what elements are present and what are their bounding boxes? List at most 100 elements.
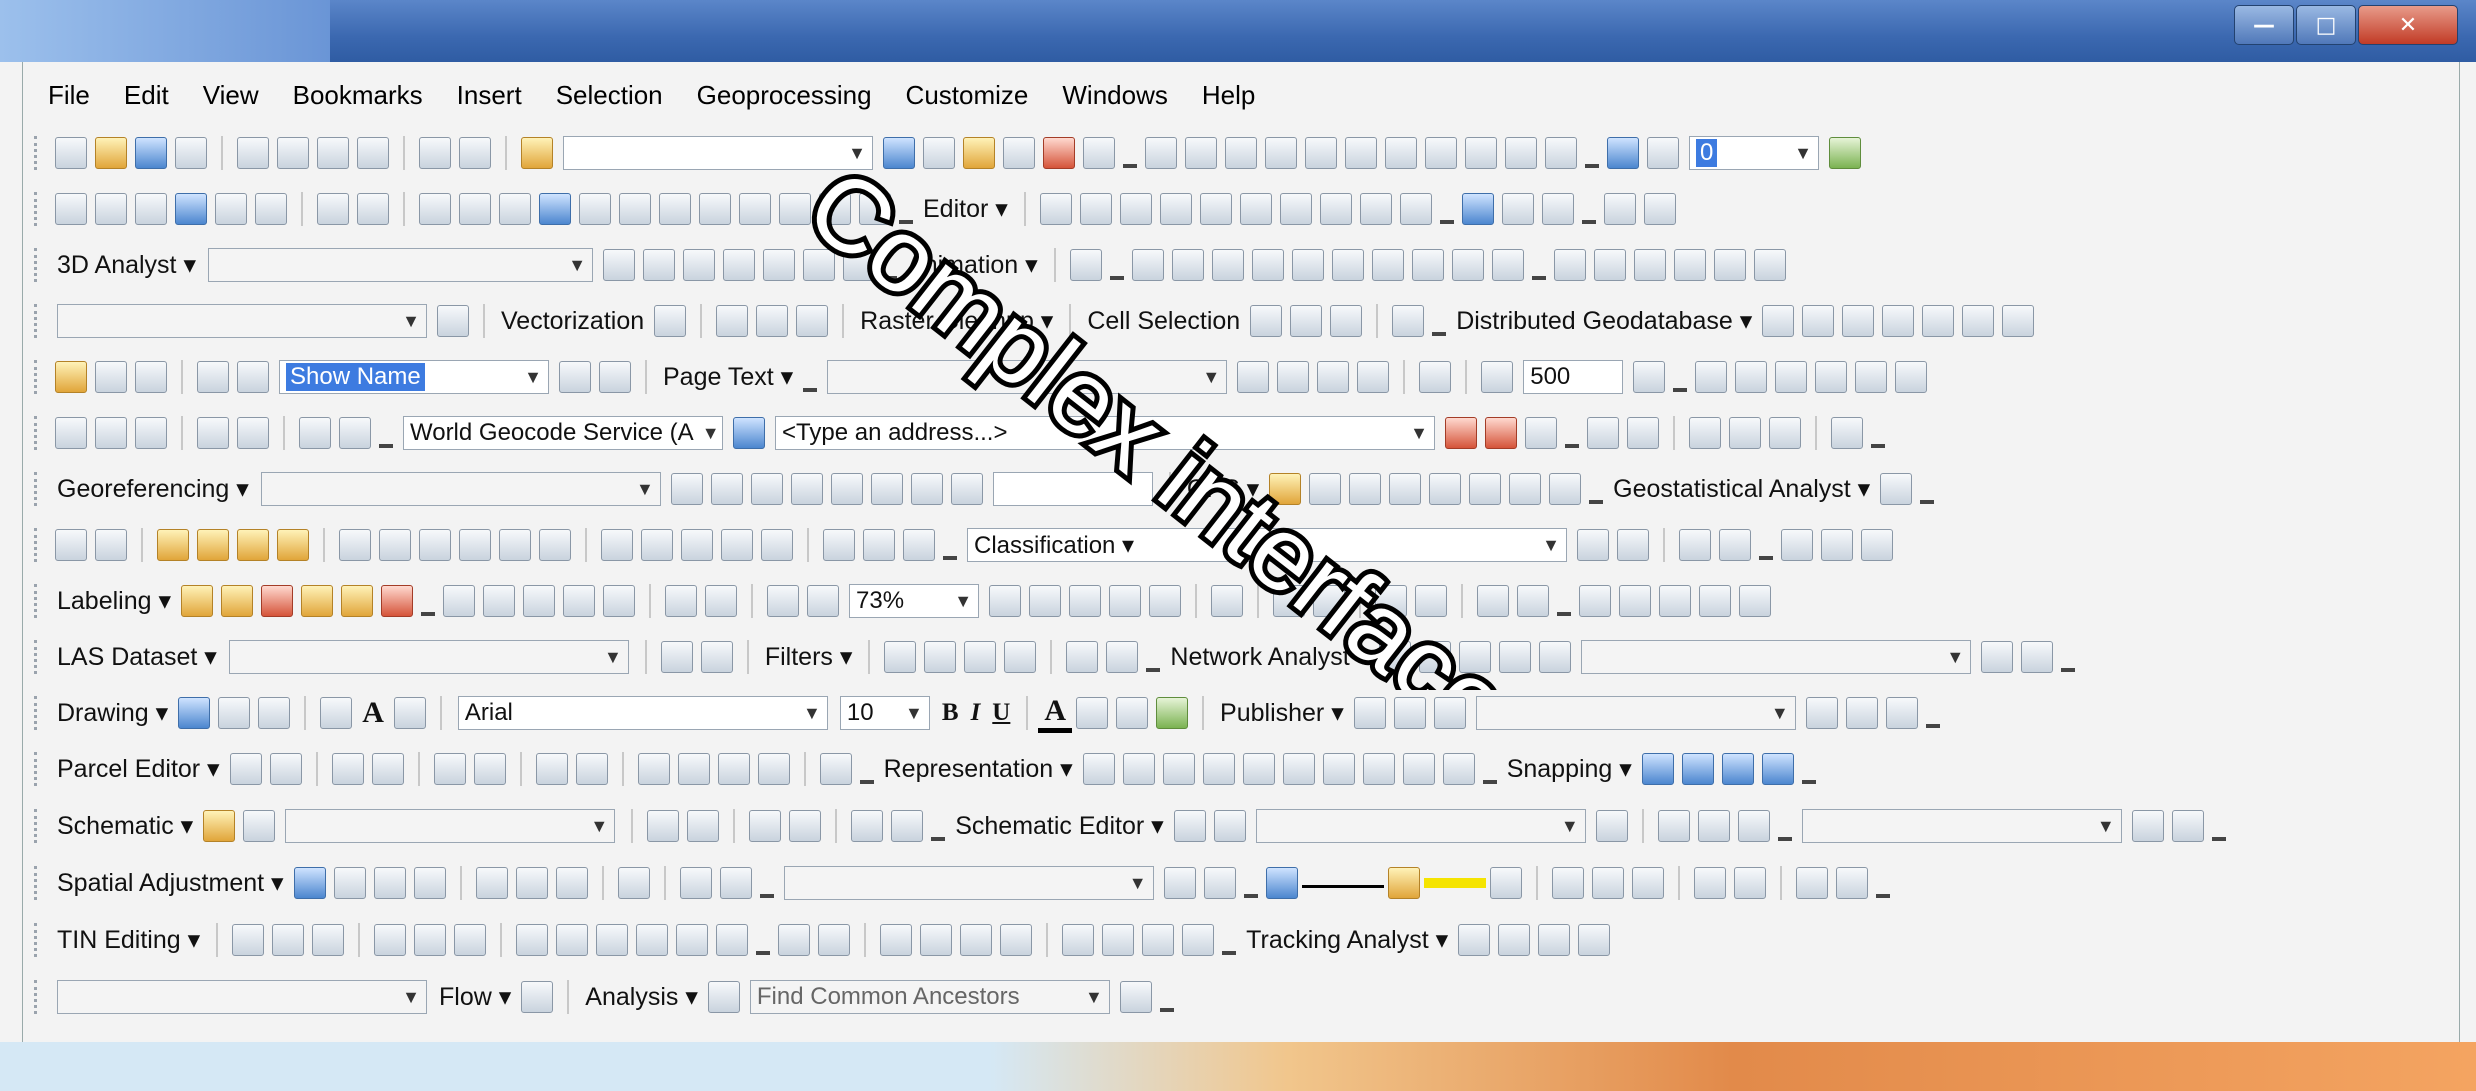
angle-tool-icon[interactable] (237, 417, 269, 449)
topology-icon[interactable] (1163, 867, 1196, 899)
classification-dropdown[interactable]: Classification ▾ ▼ (967, 528, 1567, 562)
schematic-dataset-dropdown[interactable]: ▼ (1801, 809, 2122, 843)
layer-icon[interactable] (1545, 137, 1577, 169)
attribute-table-icon[interactable] (1835, 867, 1868, 899)
filters-menu[interactable]: Filters ▾ (759, 642, 859, 672)
tracking-analyst-menu[interactable]: Tracking Analyst ▾ (1240, 925, 1454, 955)
network-dataset-dropdown[interactable]: ▼ (1581, 640, 1972, 674)
vertex-tool-icon[interactable] (1185, 137, 1217, 169)
parcel-export-icon[interactable] (757, 753, 790, 785)
toolbar-grip[interactable] (34, 640, 43, 674)
close-button[interactable]: ✕ (2358, 5, 2458, 45)
parcel-editor-menu[interactable]: Parcel Editor ▾ (51, 754, 226, 784)
layout-zoom-in-icon[interactable] (443, 585, 476, 617)
grid-lines-icon[interactable] (1643, 193, 1676, 225)
data-frame-icon[interactable] (1131, 249, 1164, 281)
open-folder-icon[interactable] (95, 137, 127, 169)
arctoolbox-icon[interactable] (1043, 137, 1075, 169)
review-rematch-icon[interactable] (1485, 417, 1517, 449)
raster-layer-dropdown[interactable]: ▼ (57, 304, 427, 338)
open-schematic-icon[interactable] (203, 810, 236, 842)
publisher-settings-icon[interactable] (1433, 697, 1466, 729)
north-arrow-icon[interactable] (1251, 249, 1284, 281)
georeferencing-menu[interactable]: Georeferencing ▾ (51, 474, 255, 504)
line-color-icon[interactable] (1116, 697, 1149, 729)
point-icon[interactable] (1199, 193, 1232, 225)
tin-editing-menu[interactable]: TIN Editing ▾ (51, 925, 206, 955)
highlighter-color-dropdown[interactable] (1423, 878, 1486, 888)
layout-forward-icon[interactable] (807, 585, 840, 617)
view-link-table-spatial-icon[interactable] (617, 867, 650, 899)
footprint-icon[interactable] (299, 417, 331, 449)
send-backward-icon[interactable] (277, 529, 309, 561)
print-icon[interactable] (175, 137, 207, 169)
editor-toolbar-icon[interactable] (883, 137, 915, 169)
layout-zoom-dropdown[interactable]: 73% ▼ (849, 584, 980, 618)
add-junction-flag-icon[interactable] (707, 981, 740, 1013)
end-snapping-icon[interactable] (1681, 753, 1714, 785)
schematic-editor-menu[interactable]: Schematic Editor ▾ (949, 811, 1169, 841)
directions-icon[interactable] (1539, 641, 1572, 673)
toolbar-options-icon[interactable] (1875, 868, 1890, 898)
mark-icon[interactable] (1375, 585, 1408, 617)
align-center-icon[interactable] (379, 529, 411, 561)
binoculars-icon[interactable] (1795, 867, 1828, 899)
zoom-to-selected-icon[interactable] (258, 697, 291, 729)
fixed-zoom-in-icon[interactable] (215, 193, 247, 225)
view-unplaced-labels-icon[interactable] (381, 585, 414, 617)
schematic-reduce-icon[interactable] (1213, 810, 1246, 842)
toolbar-options-icon[interactable] (899, 194, 913, 224)
lock-labels-icon[interactable] (301, 585, 334, 617)
tracking-zoom-icon[interactable] (1578, 924, 1611, 956)
snap-tool-icon[interactable] (1305, 137, 1337, 169)
interpolate-point-icon[interactable] (723, 249, 756, 281)
convert-icon[interactable] (1659, 585, 1692, 617)
time-window-icon[interactable] (1000, 924, 1033, 956)
page-text-menu[interactable]: Page Text ▾ (657, 362, 799, 392)
rectangle-icon[interactable] (320, 697, 353, 729)
route-icon[interactable] (1587, 417, 1619, 449)
sun-icon[interactable] (1277, 361, 1310, 393)
las-dataset-menu[interactable]: LAS Dataset ▾ (51, 642, 223, 672)
line-style-icon[interactable] (1273, 585, 1306, 617)
delete-tin-node-icon[interactable] (374, 924, 407, 956)
symbol-icon[interactable] (1579, 585, 1612, 617)
snap-guides-icon[interactable] (1149, 585, 1182, 617)
select-features-icon[interactable] (419, 193, 451, 225)
marker-color-icon[interactable] (1156, 697, 1189, 729)
profile-graph-icon[interactable] (843, 249, 876, 281)
3d-layer-dropdown[interactable]: ▼ (208, 248, 594, 282)
geocode-service-dropdown[interactable]: World Geocode Service (A ▼ (403, 416, 723, 450)
build-network-icon[interactable] (2021, 641, 2054, 673)
interpolate-line-icon[interactable] (763, 249, 796, 281)
labeling-menu[interactable]: Labeling ▾ (51, 586, 177, 616)
modify-node-height-icon[interactable] (556, 924, 589, 956)
construct-parcel-icon[interactable] (331, 753, 364, 785)
overview-icon[interactable] (1895, 361, 1928, 393)
toolbar-options-icon[interactable] (1243, 868, 1258, 898)
toolbar-options-icon[interactable] (1759, 530, 1773, 560)
toolbar-options-icon[interactable] (759, 868, 774, 898)
hyperlink-icon[interactable] (579, 193, 611, 225)
globe-layer-dropdown[interactable]: ▼ (827, 360, 1228, 394)
contour-icon[interactable] (603, 249, 636, 281)
barrier-icon[interactable] (1451, 249, 1484, 281)
capture-view-icon[interactable] (1069, 249, 1102, 281)
menu-file[interactable]: File (48, 80, 90, 111)
forward-icon[interactable] (357, 193, 389, 225)
time-slider-icon[interactable] (819, 193, 851, 225)
toolbar-options-icon[interactable] (1531, 250, 1546, 280)
text-tool-icon[interactable]: A (356, 696, 390, 730)
flow-direction-arrow-icon[interactable] (521, 981, 554, 1013)
filter-icon[interactable] (1142, 924, 1175, 956)
create-viewer-icon[interactable] (859, 193, 891, 225)
toolbar-options-icon[interactable] (1123, 138, 1137, 168)
replace-geometry-icon[interactable] (1631, 867, 1664, 899)
representation-move-icon[interactable] (1122, 753, 1155, 785)
toolbar-options-icon[interactable] (2211, 811, 2226, 841)
geocode-settings-icon[interactable] (1525, 417, 1557, 449)
rotation-input[interactable] (992, 472, 1153, 506)
classify-icon[interactable] (1781, 529, 1813, 561)
last-page-icon[interactable] (599, 361, 631, 393)
speed-icon[interactable] (960, 924, 993, 956)
